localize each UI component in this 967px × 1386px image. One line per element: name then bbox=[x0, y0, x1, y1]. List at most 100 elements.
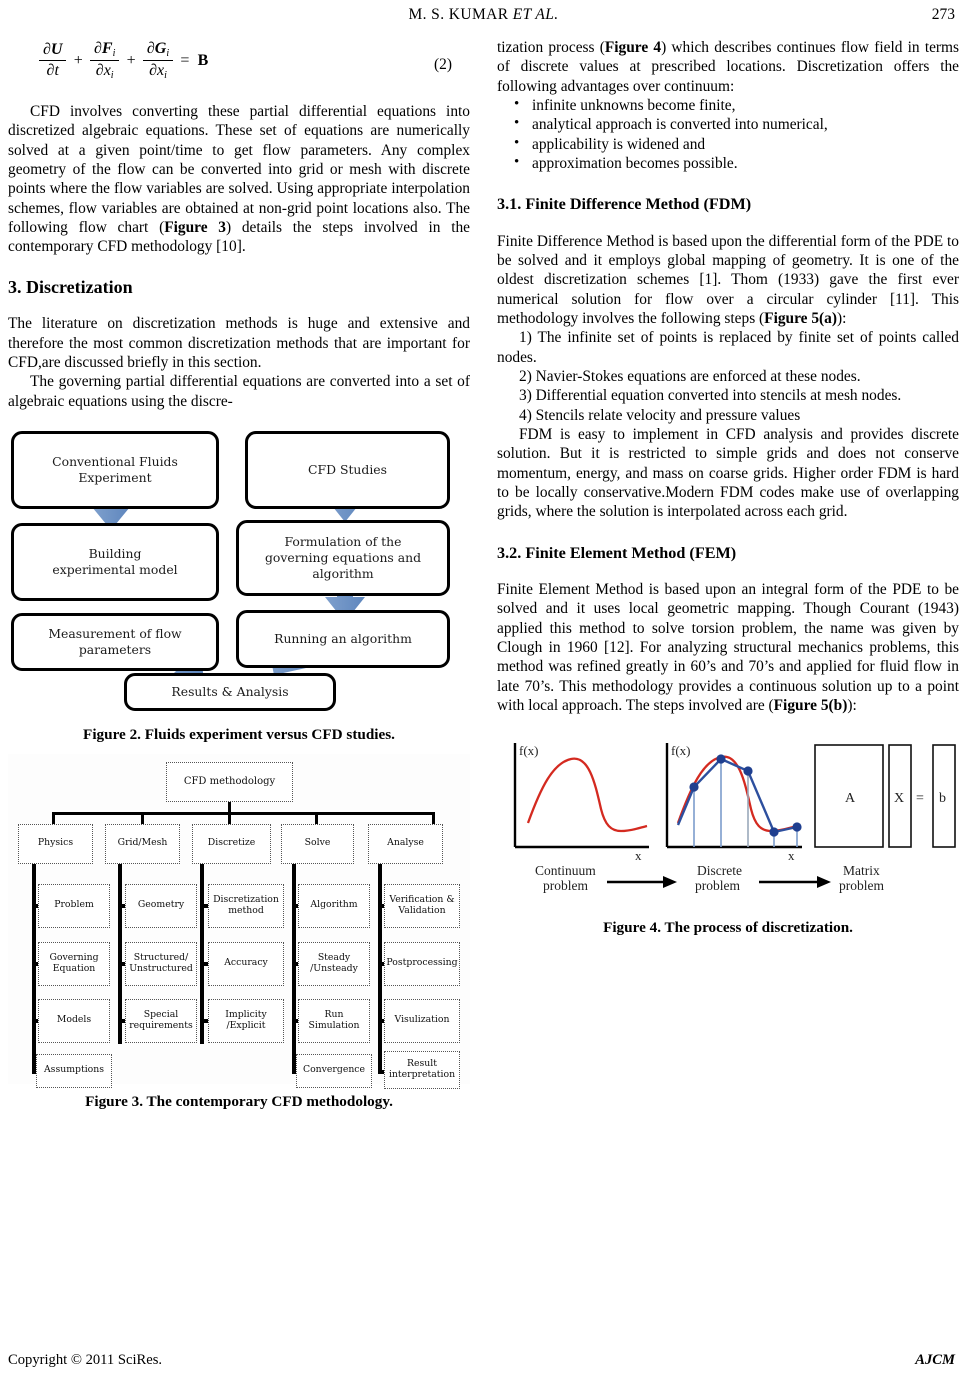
paragraph-fdm-pre: Finite Difference Method is based upon t… bbox=[497, 232, 959, 328]
copyright-notice: Copyright © 2011 SciRes. bbox=[8, 1352, 163, 1368]
figure-3-item-algorithm: Algorithm bbox=[298, 883, 370, 928]
equation-num-2: ∂Fi bbox=[90, 40, 120, 61]
equation-rhs: B bbox=[197, 51, 209, 69]
bullet-item: applicability is widened and bbox=[497, 134, 959, 154]
matrix-caption-line2: problem bbox=[839, 878, 884, 893]
figure-3-item-label: Verification & Validation bbox=[389, 893, 455, 916]
equation-den-2-text: ∂x bbox=[95, 62, 111, 79]
heading-discretization: 3. Discretization bbox=[8, 276, 133, 297]
equation-num-2-sub: i bbox=[112, 48, 116, 59]
figure-2-box-measurement-of-flow-parameters: Measurement of flow parameters bbox=[11, 612, 219, 671]
paragraph-fem-pre: Finite Element Method is based upon an i… bbox=[497, 581, 959, 715]
figure-2-box-label: Results & Analysis bbox=[171, 683, 289, 699]
equation-2: ∂U ∂t + ∂Fi ∂xi + ∂Gi ∂xi = B (2) bbox=[8, 38, 470, 94]
figure-3-head-label: Solve bbox=[304, 837, 331, 849]
figure-3-item-run-simulation: Run Simulation bbox=[298, 998, 370, 1043]
figure-2-box-label: Measurement of flow parameters bbox=[48, 625, 182, 657]
discrete-node bbox=[689, 782, 699, 792]
figure-3-item-governing-equation: Governing Equation bbox=[38, 941, 110, 986]
figure-2-box-building-experimental-model: Building experimental model bbox=[11, 522, 219, 601]
figure-3-item-steady-unsteady: Steady /Unsteady bbox=[298, 941, 370, 986]
figure-3-caption: Figure 3. The contemporary CFD methodolo… bbox=[85, 1092, 393, 1110]
figure-2-box-label: Conventional Fluids Experiment bbox=[52, 453, 178, 485]
figure-3-item-convergence: Convergence bbox=[296, 1053, 372, 1088]
figure-5a-reference: Figure 5(a) bbox=[764, 310, 837, 328]
figure-3-drop-solve bbox=[315, 811, 318, 824]
figure-3-head-label: Grid/Mesh bbox=[117, 837, 168, 849]
matrix-equals-sign: = bbox=[916, 791, 924, 806]
figure-3-item-label: Geometry bbox=[137, 899, 185, 911]
matrix-x-label: X bbox=[894, 791, 904, 806]
fdm-step-1: 1) The infinite set of points is replace… bbox=[497, 329, 959, 366]
figure-3-item-label: Problem bbox=[54, 899, 94, 911]
discrete-node bbox=[769, 827, 779, 837]
discrete-polyline bbox=[676, 757, 798, 834]
matrix-caption-line1: Matrix bbox=[843, 863, 880, 878]
figure-3-item-label: Run Simulation bbox=[308, 1008, 360, 1031]
figure-3-drop-analyse bbox=[432, 811, 435, 824]
figure-3-head-physics: Physics bbox=[18, 823, 93, 864]
figure-3-item-label: Implicity /Explicit bbox=[225, 1008, 267, 1031]
figure-3-item-label: Result interpretation bbox=[388, 1057, 456, 1080]
discrete-node bbox=[743, 766, 753, 776]
page-number: 273 bbox=[931, 6, 955, 23]
continuum-curve bbox=[526, 758, 648, 833]
right-column: tization process (Figure 4) which descri… bbox=[497, 38, 959, 937]
equation-number: (2) bbox=[434, 56, 452, 73]
figure-3-item-structured-unstructured: Structured/ Unstructured bbox=[125, 941, 197, 986]
equation-term-dG-dx: ∂Gi ∂xi bbox=[142, 40, 174, 81]
discrete-caption-line2: problem bbox=[695, 878, 740, 893]
figure-2-box-running-an-algorithm: Running an algorithm bbox=[236, 609, 450, 668]
figure-4-arrow-continuum-to-discrete bbox=[607, 876, 677, 889]
equation-den-2: ∂xi bbox=[90, 61, 119, 81]
figure-3-spine-physics bbox=[32, 863, 36, 1074]
figure-2-box-formulation-governing-equations: Formulation of the governing equations a… bbox=[236, 519, 450, 596]
paragraph-cfd-involves-pre: CFD involves converting these partial di… bbox=[8, 103, 470, 236]
equation-num-3-text: ∂G bbox=[146, 40, 167, 57]
figure-3-item-postprocessing: Postprocessing bbox=[384, 941, 460, 986]
figure-3-item-label: Assumptions bbox=[43, 1064, 105, 1076]
fdm-step-4: 4) Stencils relate velocity and pressure… bbox=[519, 406, 801, 424]
equation-num-3-sub: i bbox=[166, 48, 170, 59]
figure-2-box-label: Formulation of the governing equations a… bbox=[264, 534, 422, 581]
figure-3-item-result-interpretation: Result interpretation bbox=[384, 1050, 460, 1089]
figure-3-item-label: Governing Equation bbox=[49, 951, 99, 974]
figure-3-item-problem: Problem bbox=[38, 883, 110, 928]
figure-3-spine-solve bbox=[292, 863, 296, 1074]
figure-3-item-label: Postprocessing bbox=[386, 957, 458, 969]
discrete-caption-line1: Discrete bbox=[697, 863, 742, 878]
figure-3-item-label: Convergence bbox=[302, 1064, 366, 1076]
figure-5b-reference: Figure 5(b) bbox=[773, 697, 848, 715]
figure-3-item-label: Structured/ Unstructured bbox=[129, 951, 193, 974]
bullet-item: approximation becomes possible. bbox=[497, 153, 959, 173]
figure-3-item-implicity-explicit: Implicity /Explicit bbox=[208, 998, 284, 1043]
left-column: ∂U ∂t + ∂Fi ∂xi + ∂Gi ∂xi = B (2) CFD in… bbox=[8, 38, 470, 1111]
paragraph-fdm-summary: FDM is easy to implement in CFD analysis… bbox=[497, 426, 959, 521]
figure-3-item-label: Special requirements bbox=[129, 1008, 193, 1031]
continuum-caption-line2: problem bbox=[543, 878, 588, 893]
equation-den-2-sub: i bbox=[110, 70, 114, 81]
figure-3-head-gridmesh: Grid/Mesh bbox=[105, 823, 180, 864]
equation-num-1: ∂U bbox=[39, 41, 67, 61]
figure-3-head-solve: Solve bbox=[281, 823, 354, 864]
figure-3-item-assumptions: Assumptions bbox=[36, 1053, 112, 1088]
figure-3-drop-discretize bbox=[228, 811, 231, 824]
figure-2-box-cfd-studies: CFD Studies bbox=[245, 430, 450, 509]
figure-3-item-label: Steady /Unsteady bbox=[310, 951, 358, 974]
equation-num-3: ∂Gi bbox=[142, 40, 174, 61]
fdm-step-3: 3) Differential equation converted into … bbox=[519, 387, 902, 405]
page-header: M. S. KUMAR ET AL. 273 bbox=[0, 6, 967, 28]
figure-3-item-accuracy: Accuracy bbox=[208, 941, 284, 986]
bullet-item: analytical approach is converted into nu… bbox=[497, 114, 959, 134]
figure-3-spine-analyse bbox=[378, 863, 382, 1074]
paragraph-fem-post: ): bbox=[847, 697, 857, 715]
figure-2-box-conventional-fluids-experiment: Conventional Fluids Experiment bbox=[11, 430, 219, 509]
figure-4-panel-matrix: A X = b Matrix problem bbox=[814, 744, 956, 893]
figure-2-caption: Figure 2. Fluids experiment versus CFD s… bbox=[83, 725, 395, 743]
discrete-y-axis-label: f(x) bbox=[671, 743, 691, 758]
figure-3-head-label: Discretize bbox=[207, 837, 256, 849]
equation-den-3-sub: i bbox=[164, 70, 167, 81]
heading-finite-difference-method: 3.1. Finite Difference Method (FDM) bbox=[497, 195, 752, 214]
running-head: M. S. KUMAR ET AL. bbox=[0, 6, 967, 24]
figure-2-box-results-and-analysis: Results & Analysis bbox=[124, 672, 336, 711]
